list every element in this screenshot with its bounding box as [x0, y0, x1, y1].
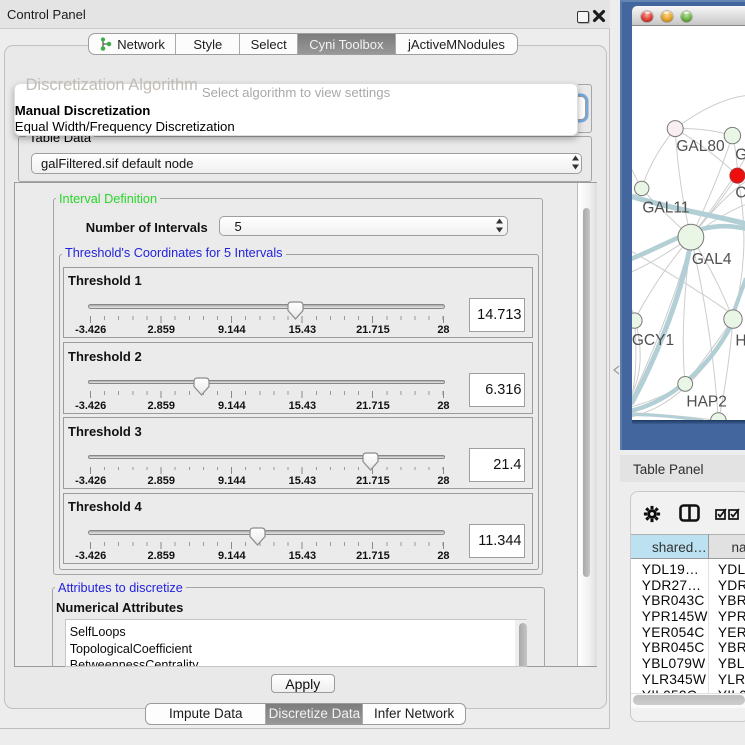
svg-text:HA: HA [735, 333, 745, 350]
svg-text:GAL80: GAL80 [676, 138, 724, 155]
svg-text:GAL11: GAL11 [642, 200, 689, 217]
svg-text:GA: GA [735, 147, 745, 164]
svg-text:GCY1: GCY1 [632, 332, 674, 349]
svg-text:C: C [735, 185, 745, 202]
svg-text:GAL4: GAL4 [691, 251, 731, 268]
svg-text:HAP2: HAP2 [686, 394, 726, 411]
